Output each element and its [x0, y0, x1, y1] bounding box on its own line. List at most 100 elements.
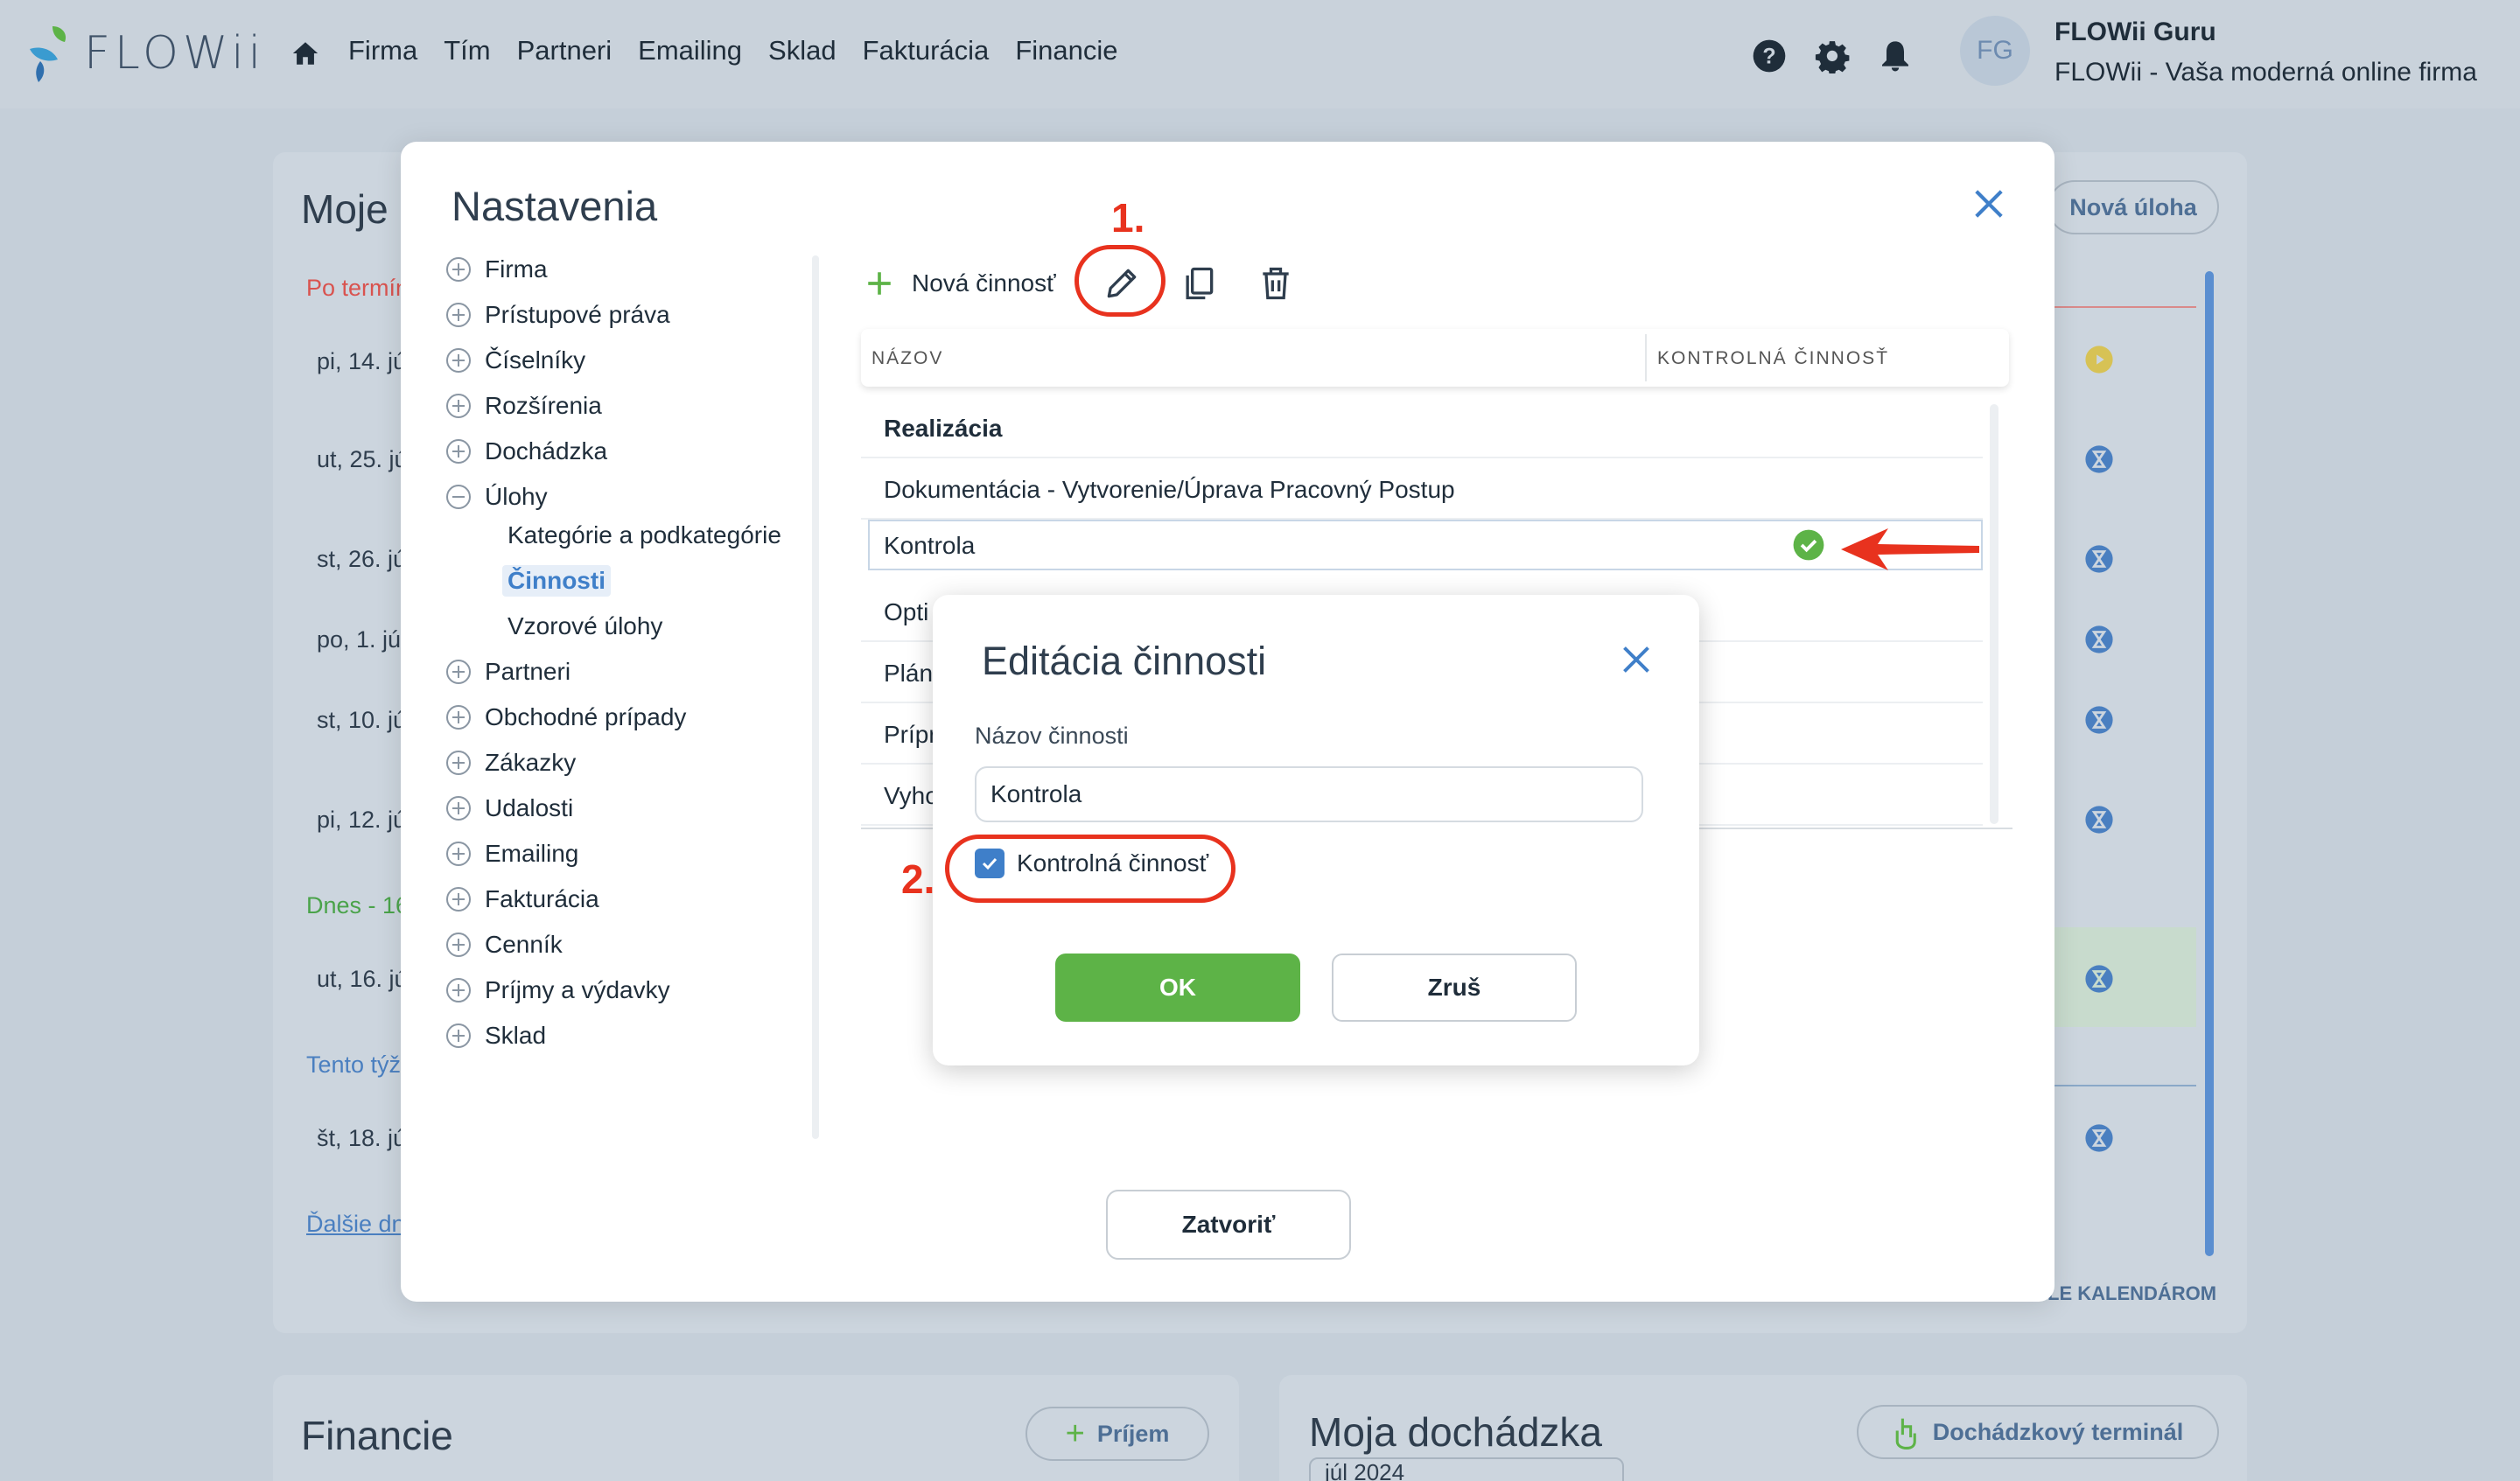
tree-item-prijmy-vydavky[interactable]: Príjmy a výdavky: [446, 976, 670, 1004]
tree-item-sklad[interactable]: Sklad: [446, 1022, 546, 1050]
tree-label: Emailing: [485, 840, 579, 867]
finance-title: Financie: [301, 1413, 453, 1458]
plus-circle-icon: [446, 439, 471, 464]
hourglass-icon: [2085, 625, 2113, 653]
close-settings-button[interactable]: Zatvoriť: [1106, 1190, 1351, 1260]
tree-item-partneri[interactable]: Partneri: [446, 658, 570, 686]
tree-item-fakturacia[interactable]: Fakturácia: [446, 885, 599, 913]
close-icon[interactable]: [1620, 644, 1652, 675]
new-task-button[interactable]: Nová úloha: [2048, 180, 2219, 234]
user-firm: FLOWii - Vaša moderná online firma: [2054, 58, 2477, 87]
tree-item-emailing[interactable]: Emailing: [446, 840, 578, 868]
nav-firma[interactable]: Firma: [348, 35, 417, 66]
task-row-date: ut, 16. jú: [317, 966, 408, 992]
gear-icon[interactable]: [1815, 38, 1850, 73]
column-separator: [1645, 334, 1647, 381]
section-today: Dnes - 16: [306, 892, 410, 919]
help-icon[interactable]: ?: [1752, 38, 1787, 73]
tree-item-rozsirenia[interactable]: Rozšírenia: [446, 392, 602, 420]
tree-item-pristupove-prava[interactable]: Prístupové práva: [446, 301, 670, 329]
task-row-date: pi, 12. jú: [317, 807, 407, 833]
calendar-link[interactable]: LE KALENDÁROM: [2048, 1282, 2216, 1305]
grid-scrollbar[interactable]: [1990, 404, 1998, 824]
tree-label: Partneri: [485, 658, 571, 685]
tasks-title: Moje: [301, 186, 388, 232]
nav-financie[interactable]: Financie: [1015, 35, 1117, 66]
tree-item-ciselniky[interactable]: Číselníky: [446, 346, 585, 374]
new-activity-label: Nová činnosť: [912, 269, 1056, 297]
bell-icon[interactable]: [1878, 38, 1913, 73]
home-icon[interactable]: [290, 38, 320, 68]
activity-name-input[interactable]: Kontrola: [975, 766, 1643, 822]
column-header-name[interactable]: NÁZOV: [872, 348, 943, 369]
activity-name-label: Názov činnosti: [975, 723, 1129, 749]
new-activity-button[interactable]: Nová činnosť: [864, 269, 1056, 298]
tree-item-cennik[interactable]: Cenník: [446, 931, 563, 959]
tree-child-vzorove-ulohy[interactable]: Vzorové úlohy: [508, 612, 662, 640]
top-bar: FLOWii Firma Tím Partneri Emailing Sklad…: [0, 0, 2520, 108]
income-button[interactable]: + Príjem: [1026, 1407, 1209, 1461]
tree-item-dochadzka[interactable]: Dochádzka: [446, 437, 607, 465]
plus-circle-icon: [446, 660, 471, 684]
tree-scrollbar[interactable]: [812, 255, 819, 1139]
tree-item-zakazky[interactable]: Zákazky: [446, 749, 576, 777]
task-row-date: st, 26. jú: [317, 546, 407, 572]
nav-sklad[interactable]: Sklad: [768, 35, 836, 66]
task-row-date: po, 1. júl: [317, 626, 407, 653]
ok-button[interactable]: OK: [1055, 954, 1300, 1022]
nav-emailing[interactable]: Emailing: [638, 35, 742, 66]
tree-label: Číselníky: [485, 346, 586, 374]
minus-circle-icon: [446, 485, 471, 509]
tree-item-firma[interactable]: Firma: [446, 255, 548, 283]
column-header-control[interactable]: KONTROLNÁ ČINNOSŤ: [1657, 348, 1889, 369]
touch-icon: [1895, 1418, 1916, 1450]
table-row-selected[interactable]: Kontrola: [868, 520, 1983, 570]
cancel-button[interactable]: Zruš: [1332, 954, 1577, 1022]
nav-fakturacia[interactable]: Fakturácia: [863, 35, 990, 66]
plus-icon: +: [1065, 1415, 1085, 1452]
user-name: FLOWii Guru: [2054, 17, 2216, 46]
settings-title: Nastavenia: [452, 183, 658, 229]
flowii-logo[interactable]: FLOWii: [26, 23, 265, 84]
week-line: [2053, 1085, 2196, 1086]
tree-label: Obchodné prípady: [485, 703, 687, 730]
task-row-date: st, 10. jú: [317, 707, 407, 733]
tree-child-kategorie[interactable]: Kategórie a podkategórie: [508, 521, 781, 549]
tree-label: Rozšírenia: [485, 392, 602, 419]
tasks-scrollbar[interactable]: [2205, 271, 2214, 1256]
avatar[interactable]: FG: [1960, 16, 2030, 86]
table-row[interactable]: Dokumentácia - Vytvorenie/Úprava Pracovn…: [861, 458, 1983, 520]
play-status-icon: [2085, 346, 2113, 374]
nav-tim[interactable]: Tím: [444, 35, 490, 66]
plus-circle-icon: [446, 842, 471, 866]
copy-icon[interactable]: [1180, 264, 1218, 303]
annotation-arrow-icon: [1841, 528, 1979, 570]
section-overdue: Po termín: [306, 275, 410, 301]
attendance-terminal-button[interactable]: Dochádzkový terminál: [1857, 1405, 2219, 1459]
task-row-date: št, 18. jú: [317, 1125, 407, 1151]
trash-icon[interactable]: [1256, 264, 1295, 303]
tree-item-ulohy[interactable]: Úlohy: [446, 483, 548, 511]
attendance-title: Moja dochádzka: [1309, 1409, 1602, 1455]
nav-partneri[interactable]: Partneri: [517, 35, 612, 66]
plus-circle-icon: [446, 348, 471, 373]
table-row[interactable]: Realizácia: [861, 397, 1983, 458]
new-task-label: Nová úloha: [2069, 193, 2197, 220]
close-icon[interactable]: [1972, 187, 2006, 220]
edit-activity-dialog: Editácia činnosti Názov činnosti Kontrol…: [933, 595, 1699, 1065]
tree-label: Fakturácia: [485, 885, 599, 912]
cell-name: Realizácia: [884, 415, 1003, 442]
hourglass-icon: [2085, 965, 2113, 993]
plus-circle-icon: [446, 257, 471, 282]
plus-circle-icon: [446, 303, 471, 327]
check-circle-icon: [1793, 529, 1824, 561]
section-more[interactable]: Ďalšie dn: [306, 1211, 405, 1238]
overdue-line: [2053, 306, 2196, 308]
plus-circle-icon: [446, 751, 471, 775]
month-select[interactable]: júl 2024: [1309, 1457, 1624, 1481]
cell-name: Prípr: [884, 721, 937, 748]
tree-item-udalosti[interactable]: Udalosti: [446, 794, 573, 822]
today-row-bg: [2053, 927, 2196, 1027]
tree-item-obchodne-pripady[interactable]: Obchodné prípady: [446, 703, 686, 731]
tree-child-cinnosti[interactable]: Činnosti: [502, 565, 611, 597]
